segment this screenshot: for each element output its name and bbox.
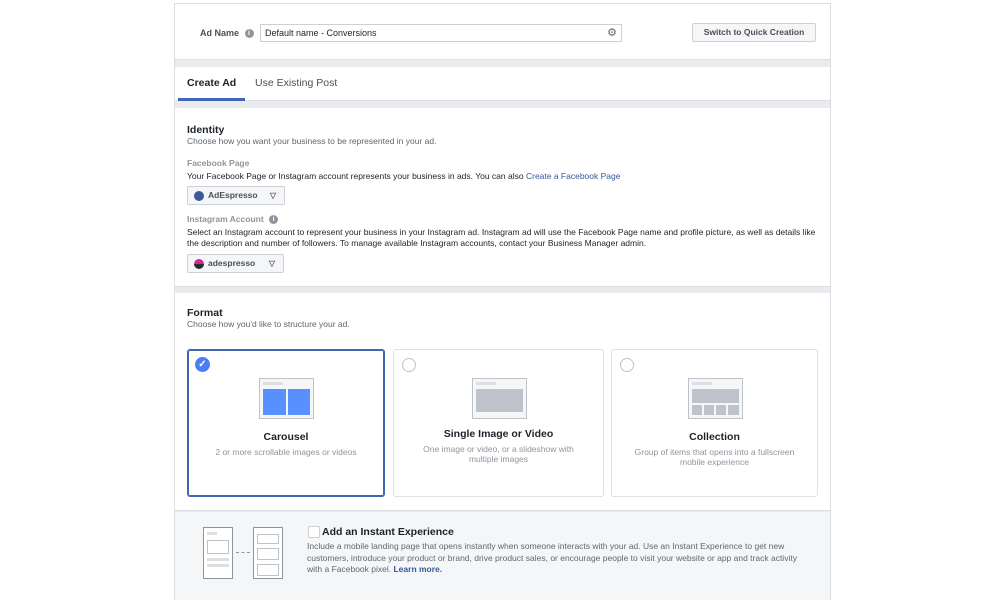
instant-experience-illustration [203, 527, 289, 583]
facebook-page-description: Your Facebook Page or Instagram account … [187, 171, 822, 182]
instagram-account-description: Select an Instagram account to represent… [187, 227, 816, 248]
collection-preview-icon [687, 378, 743, 419]
learn-more-link[interactable]: Learn more. [393, 564, 442, 574]
radio-button[interactable] [620, 358, 634, 372]
ad-tabs: Create Ad Use Existing Post [175, 67, 830, 101]
instant-experience-section: Add an Instant Experience Include a mobi… [175, 512, 830, 600]
format-option-description: One image or video, or a slideshow with … [423, 444, 574, 464]
identity-title: Identity [187, 124, 225, 136]
ad-editor: Ad Name i Default name - Conversions ⚙ S… [174, 3, 831, 600]
single-image-preview-icon [471, 378, 527, 419]
facebook-page-description-text: Your Facebook Page or Instagram account … [187, 171, 524, 181]
identity-subtitle: Choose how you want your business to be … [187, 136, 437, 146]
format-title: Format [187, 307, 223, 319]
ad-name-value: Default name - Conversions [265, 28, 377, 38]
carousel-preview-icon [259, 378, 314, 419]
instagram-account-select[interactable]: adespresso ▽ [187, 254, 284, 273]
instagram-account-selected: adespresso [208, 258, 256, 268]
switch-to-quick-creation-button[interactable]: Switch to Quick Creation [692, 23, 816, 42]
ad-name-panel: Ad Name i Default name - Conversions ⚙ S… [175, 4, 830, 60]
tab-use-existing-post[interactable]: Use Existing Post [255, 77, 337, 89]
format-option-carousel[interactable]: ✓ Carousel 2 or more scrollable images o… [187, 349, 385, 497]
info-icon[interactable]: i [269, 215, 279, 225]
format-section: Format Choose how you'd like to structur… [175, 293, 830, 511]
format-option-collection[interactable]: Collection Group of items that opens int… [611, 349, 818, 497]
instagram-account-label-text: Instagram Account [187, 214, 264, 224]
facebook-page-avatar [194, 191, 204, 201]
format-option-description: 2 or more scrollable images or videos [215, 447, 357, 457]
format-option-title: Collection [689, 431, 740, 443]
identity-section: Identity Choose how you want your busine… [175, 108, 830, 287]
ad-name-label-text: Ad Name [200, 28, 240, 38]
instagram-account-avatar [194, 259, 204, 269]
info-icon[interactable]: i [244, 29, 254, 39]
radio-button[interactable] [402, 358, 416, 372]
format-option-title: Single Image or Video [443, 428, 554, 440]
instant-experience-title: Add an Instant Experience [322, 526, 454, 538]
facebook-page-label: Facebook Page [187, 158, 250, 168]
ad-name-label: Ad Name i [200, 28, 254, 39]
instant-experience-description-text: Include a mobile landing page that opens… [307, 541, 797, 574]
create-facebook-page-link[interactable]: Create a Facebook Page [526, 171, 621, 181]
format-option-description: Group of items that opens into a fullscr… [634, 447, 795, 467]
active-tab-indicator [178, 98, 245, 101]
facebook-page-selected: AdEspresso [208, 190, 258, 200]
caret-down-icon: ▽ [268, 259, 275, 268]
tab-create-ad[interactable]: Create Ad [187, 77, 236, 89]
gear-icon[interactable]: ⚙ [607, 27, 617, 39]
checkmark-icon: ✓ [195, 357, 210, 372]
instagram-account-label: Instagram Account i [187, 214, 279, 225]
format-subtitle: Choose how you'd like to structure your … [187, 319, 350, 329]
format-option-single-image-video[interactable]: Single Image or Video One image or video… [393, 349, 604, 497]
ad-name-input[interactable]: Default name - Conversions ⚙ [260, 24, 622, 42]
instant-experience-checkbox[interactable] [308, 526, 320, 538]
facebook-page-select[interactable]: AdEspresso ▽ [187, 186, 285, 205]
format-option-title: Carousel [263, 431, 309, 443]
caret-down-icon: ▽ [269, 191, 276, 200]
instant-experience-description: Include a mobile landing page that opens… [307, 541, 812, 576]
